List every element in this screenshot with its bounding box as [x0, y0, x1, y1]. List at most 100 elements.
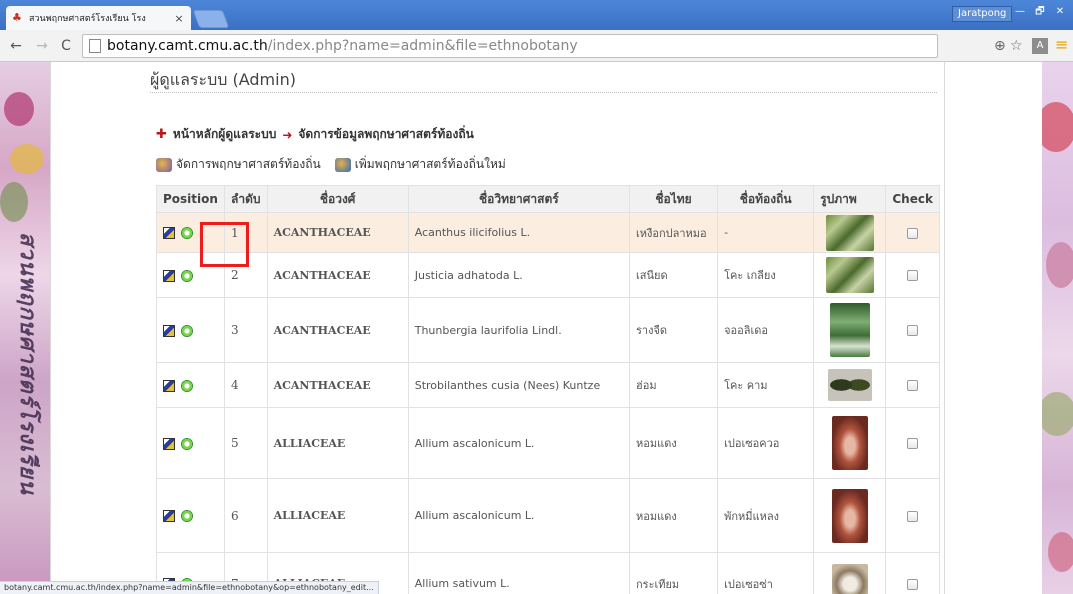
browser-toolbar: ← → C botany.camt.cmu.ac.th/index.php?na… [0, 30, 1073, 62]
col-check: Check [885, 185, 940, 213]
edit-icon[interactable] [163, 269, 175, 282]
plant-thumbnail[interactable] [831, 563, 868, 594]
page-icon [89, 39, 101, 53]
row-checkbox[interactable] [907, 325, 919, 336]
tab-title: สวนพฤกษศาสตร์โรงเรียน โรง [29, 14, 146, 24]
tab-close-icon[interactable]: × [173, 12, 185, 25]
cell-scientific-name: Allium ascalonicum L. [407, 478, 631, 553]
col-image: รูปภาพ [813, 185, 887, 213]
delete-icon[interactable] [181, 227, 193, 239]
address-bar[interactable]: botany.camt.cmu.ac.th/index.php?name=adm… [82, 34, 938, 58]
minimize-button[interactable]: — [1010, 4, 1030, 20]
plant-thumbnail[interactable] [831, 416, 868, 470]
table-row: 6 ALLIACEAE Allium ascalonicum L. หอมแดง… [155, 478, 940, 553]
plant-thumbnail[interactable] [829, 303, 870, 357]
cell-thai-name: หอมแดง [628, 478, 719, 553]
url-path: /index.php?name=admin&file=ethnobotany [267, 38, 578, 54]
delete-icon[interactable] [181, 437, 193, 450]
cell-thai-name: กระเทียม [628, 552, 719, 594]
close-window-button[interactable]: ✕ [1050, 4, 1070, 20]
breadcrumb: ✚ หน้าหลักผู้ดูแลระบบ ➜ จัดการข้อมูลพฤกษ… [156, 125, 474, 144]
breadcrumb-current: จัดการข้อมูลพฤกษาศาสตร์ท้องถิ่น [298, 127, 474, 141]
cell-local-name: พักหมี่แหลง [717, 478, 815, 553]
decor-text: สวนพฤกษศาสตร์โรงเรียน [15, 232, 41, 495]
new-tab-button[interactable] [192, 10, 230, 28]
manage-icon [156, 157, 172, 172]
add-new-link[interactable]: เพิ่มพฤกษาศาสตร์ท้องถิ่นใหม่ [355, 155, 506, 174]
table-row: 5 ALLIACEAE Allium ascalonicum L. หอมแดง… [155, 407, 940, 479]
content-page: ผู้ดูแลระบบ (Admin) ✚ หน้าหลักผู้ดูแลระบ… [50, 62, 1042, 594]
row-checkbox[interactable] [907, 227, 919, 239]
row-checkbox[interactable] [907, 510, 919, 522]
cell-local-name: - [717, 212, 815, 253]
delete-icon[interactable] [181, 379, 193, 392]
cell-local-name: จออลิเดอ [717, 297, 815, 363]
cell-order: 6 [224, 478, 268, 553]
maximize-button[interactable]: 🗗 [1030, 4, 1050, 20]
browser-tab[interactable]: ♣ สวนพฤกษศาสตร์โรงเรียน โรง × [6, 6, 191, 30]
delete-icon[interactable] [181, 510, 193, 522]
cell-scientific-name: Strobilanthes cusia (Nees) Kuntze [407, 362, 631, 408]
window-user-label: Jaratpong [952, 6, 1013, 22]
cell-scientific-name: Allium sativum L. [407, 552, 631, 594]
cell-order: 1 [224, 212, 268, 253]
edit-icon[interactable] [163, 379, 175, 392]
delete-icon[interactable] [181, 269, 193, 282]
menu-icon[interactable]: ≡ [1055, 36, 1069, 54]
cell-scientific-name: Allium ascalonicum L. [407, 407, 631, 479]
plus-icon: ✚ [156, 127, 167, 142]
cell-order: 3 [224, 297, 268, 363]
flower-decor-icon [1048, 532, 1073, 572]
ethnobotany-table: Position ลำดับ ชื่อวงศ์ ชื่อวิทยาศาสตร์ … [155, 185, 940, 594]
forward-icon[interactable]: → [34, 38, 50, 54]
row-checkbox[interactable] [907, 438, 919, 449]
plant-thumbnail[interactable] [827, 369, 872, 401]
cell-local-name: เปอเซอซ่า [717, 552, 815, 594]
action-links: จัดการพฤกษาศาสตร์ท้องถิ่น เพิ่มพฤกษาศาสต… [156, 155, 506, 174]
flower-decor-icon [4, 92, 34, 126]
plant-thumbnail[interactable] [825, 214, 874, 251]
cell-family: ALLIACEAE [266, 407, 409, 479]
table-row: 2 ACANTHACEAE Justicia adhatoda L. เสนีย… [155, 252, 940, 298]
table-row: 1 ACANTHACEAE Acanthus ilicifolius L. เห… [155, 212, 940, 253]
back-icon[interactable]: ← [8, 38, 24, 54]
cell-family: ACANTHACEAE [266, 252, 409, 298]
cell-local-name: โคะ คาม [717, 362, 815, 408]
flower-decor-icon [10, 144, 44, 174]
zoom-icon[interactable]: ⊕ [994, 38, 1006, 54]
cell-local-name: เปอเซอควอ [717, 407, 815, 479]
reload-icon[interactable]: C [58, 38, 74, 54]
url-host: botany.camt.cmu.ac.th [107, 38, 268, 54]
col-local-name: ชื่อท้องถิ่น [717, 185, 815, 213]
extension-icon[interactable]: A [1032, 38, 1048, 54]
cell-scientific-name: Acanthus ilicifolius L. [407, 212, 631, 253]
plant-thumbnail[interactable] [825, 257, 874, 293]
col-thai-name: ชื่อไทย [628, 185, 719, 213]
delete-icon[interactable] [181, 324, 193, 337]
arrow-right-icon: ➜ [282, 127, 293, 142]
edit-icon[interactable] [163, 324, 175, 337]
edit-icon[interactable] [163, 227, 175, 239]
cell-order: 5 [224, 407, 268, 479]
manage-link[interactable]: จัดการพฤกษาศาสตร์ท้องถิ่น [176, 155, 321, 174]
page-viewport: สวนพฤกษศาสตร์โรงเรียน ผู้ดูแลระบบ (Admin… [0, 62, 1073, 594]
cell-local-name: โคะ เกลียง [717, 252, 815, 298]
plant-thumbnail[interactable] [831, 488, 868, 543]
cell-thai-name: หอมแดง [628, 407, 719, 479]
row-checkbox[interactable] [907, 578, 919, 590]
bookmark-star-icon[interactable]: ☆ [1010, 38, 1023, 54]
col-scientific-name: ชื่อวิทยาศาสตร์ [407, 185, 631, 213]
cell-order: 2 [224, 252, 268, 298]
breadcrumb-admin-home[interactable]: หน้าหลักผู้ดูแลระบบ [173, 125, 276, 144]
edit-icon[interactable] [163, 510, 175, 522]
table-row: 4 ACANTHACEAE Strobilanthes cusia (Nees)… [155, 362, 940, 408]
row-checkbox[interactable] [907, 270, 919, 281]
row-checkbox[interactable] [907, 380, 919, 391]
table-header-row: Position ลำดับ ชื่อวงศ์ ชื่อวิทยาศาสตร์ … [155, 185, 940, 213]
edit-icon[interactable] [163, 437, 175, 450]
left-decor-banner: สวนพฤกษศาสตร์โรงเรียน [0, 62, 50, 594]
right-decor-banner [1036, 62, 1073, 594]
cell-thai-name: เหงือกปลาหมอ [628, 212, 719, 253]
col-order: ลำดับ [224, 185, 268, 213]
leaf-decor-icon [1038, 392, 1073, 436]
